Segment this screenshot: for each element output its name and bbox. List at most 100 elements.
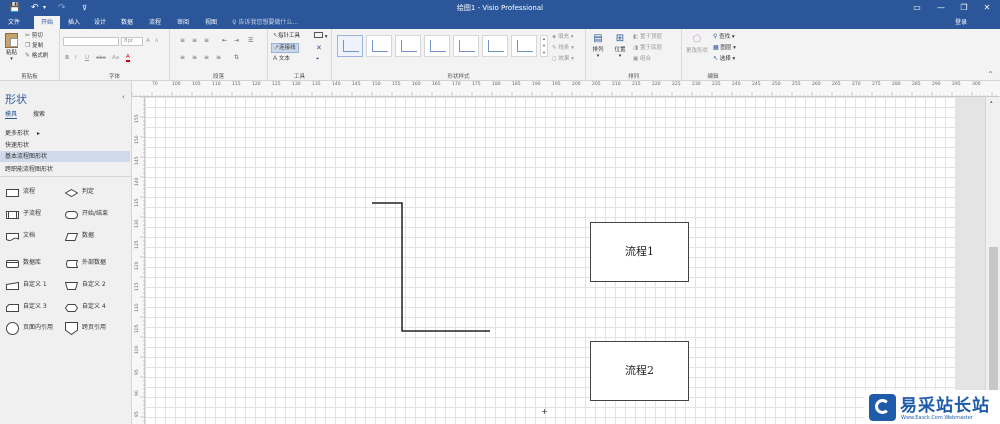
vertical-scrollbar[interactable]: ▴ [985,97,1000,424]
basic-flowchart-stencil[interactable]: 基本流程图形状 [0,151,130,162]
stencil-database[interactable]: 数据库 [6,257,41,269]
bring-to-front-button[interactable]: ◧ 置于顶层 [633,33,662,41]
style-thumbnail-1[interactable] [337,35,363,57]
tell-me-box[interactable]: ♀ 告诉我您想要做什么... [232,16,298,29]
cross-functional-stencil[interactable]: 跨职能流程图形状 [5,164,53,173]
scroll-up-icon[interactable]: ▴ [990,99,993,105]
tab-insert[interactable]: 插入 [62,16,86,29]
style-thumbnail-6[interactable] [482,35,508,57]
style-thumbnail-7[interactable] [511,35,537,57]
stencil-process[interactable]: 流程 [6,186,35,198]
tab-data[interactable]: 数据 [115,16,139,29]
justify-icon[interactable]: ≡ [216,54,221,62]
ruler-label: 145 [352,82,361,87]
stencil-data[interactable]: 数据 [65,230,94,242]
italic-button[interactable]: I [75,54,77,62]
restore-button[interactable]: ❐ [953,1,975,14]
position-button[interactable]: ⊞ 位置 ▾ [611,33,629,59]
connector-tool-button[interactable]: ↗连接线 [271,43,299,53]
tab-home[interactable]: 开始 [34,16,60,29]
font-size-box[interactable]: 8pt [121,37,143,46]
stencil-custom-4[interactable]: 自定义 4 [65,301,106,313]
align-middle-icon[interactable]: ≡ [192,37,197,45]
change-shape-button[interactable]: ⬠ 更改形状 [684,33,710,54]
ruler-label: 105 [135,324,140,333]
tab-search[interactable]: 搜索 [33,109,45,118]
stencil-custom-2[interactable]: 自定义 2 [65,279,106,291]
scrollbar-thumb[interactable] [989,247,998,397]
format-painter-button[interactable]: ✎ 格式刷 [25,52,48,60]
bold-button[interactable]: B [65,54,69,62]
ruler-label: 120 [252,82,261,87]
login-link[interactable]: 登录 [955,16,967,29]
stencil-subprocess[interactable]: 子流程 [6,208,41,220]
style-thumbnail-5[interactable] [453,35,479,57]
connection-point-icon[interactable]: ⌖ [316,55,319,63]
rectangle-tool-button[interactable]: ▾ [314,32,328,41]
layers-button[interactable]: ▦ 图层 ▾ [713,44,736,52]
font-color-button[interactable]: A [126,54,130,62]
stencil-start-end[interactable]: 开始/结束 [65,208,108,220]
fill-button[interactable]: ◈ 填充 ▾ [552,33,574,41]
effects-button[interactable]: ◻ 效果 ▾ [552,55,574,63]
shrink-font-button[interactable]: A [155,38,158,46]
drawing-canvas[interactable]: 流程1 流程2 + [145,97,955,424]
minimize-button[interactable]: — [930,1,952,14]
process-box-2[interactable]: 流程2 [590,341,689,401]
pointer-tool-button[interactable]: ↖指针工具 [273,32,300,40]
send-to-back-button[interactable]: ◨ 置于底层 [633,44,662,52]
style-thumbnail-3[interactable] [395,35,421,57]
align-button[interactable]: ▤ 排列 ▾ [589,33,607,59]
quick-shapes-link[interactable]: 快速形状 [5,140,29,149]
cut-button[interactable]: ✂ 剪切 [25,32,43,40]
change-case-button[interactable]: Aa [112,54,119,62]
tab-stencils[interactable]: 模具 [5,109,18,119]
collapse-pane-icon[interactable]: ‹ [122,93,125,101]
group-button[interactable]: ▣ 组合 [633,55,651,63]
style-thumbnail-4[interactable] [424,35,450,57]
bullets-icon[interactable]: ☰ [248,37,253,45]
tab-review[interactable]: 审阅 [171,16,195,29]
line-button[interactable]: ✎ 线条 ▾ [552,44,574,52]
stencil-custom-1[interactable]: 自定义 1 [6,279,47,291]
decrease-indent-icon[interactable]: ⇤ [222,37,227,45]
ruler-label: 175 [472,82,481,87]
text-tool-button[interactable]: A 文本 [273,55,290,63]
tab-view[interactable]: 视图 [199,16,223,29]
copy-button[interactable]: ❐ 复制 [25,42,43,50]
stencil-external-data[interactable]: 外部数据 [65,257,106,269]
align-right-icon[interactable]: ≡ [204,54,209,62]
tab-file[interactable]: 文件 [2,16,26,29]
strikethrough-button[interactable]: abc [96,54,106,62]
stencil-custom-3[interactable]: 自定义 3 [6,301,47,313]
paste-button[interactable]: 粘贴 ▾ [3,33,20,62]
align-center-icon[interactable]: ≡ [192,54,197,62]
close-button[interactable]: ✕ [976,1,998,14]
align-top-icon[interactable]: ≡ [180,37,185,45]
process-box-1[interactable]: 流程1 [590,222,689,282]
grow-font-button[interactable]: A [146,37,150,45]
more-shapes-link[interactable]: 更多形状 ▸ [5,128,40,137]
align-bottom-icon[interactable]: ≡ [204,37,209,45]
tab-process[interactable]: 流程 [143,16,167,29]
font-name-box[interactable] [63,37,119,46]
text-direction-icon[interactable]: ⇅ [234,54,239,62]
ruler-label: 185 [512,82,521,87]
stencil-off-page-reference[interactable]: 跨页引用 [65,321,106,335]
stencil-on-page-reference[interactable]: 页面内引用 [6,321,53,335]
find-button[interactable]: ⚲ 查找 ▾ [713,33,735,41]
select-button[interactable]: ↖ 选择 ▾ [713,55,735,63]
ruler-label: 245 [752,82,761,87]
close-x-icon[interactable]: ✕ [316,44,322,52]
stencil-document[interactable]: 文档 [6,230,35,242]
collapse-ribbon-icon[interactable]: ^ [988,71,993,78]
increase-indent-icon[interactable]: ⇥ [234,37,239,45]
stencil-decision[interactable]: 判定 [65,186,94,198]
ribbon-display-options-icon[interactable]: ▭ [906,1,928,14]
style-gallery-scroller[interactable]: ▴ ▾ ▾ [540,35,548,57]
style-thumbnail-2[interactable] [366,35,392,57]
align-left-icon[interactable]: ≡ [180,54,185,62]
tab-design[interactable]: 设计 [88,16,112,29]
connector-line[interactable] [145,97,955,424]
underline-button[interactable]: U [85,54,89,62]
